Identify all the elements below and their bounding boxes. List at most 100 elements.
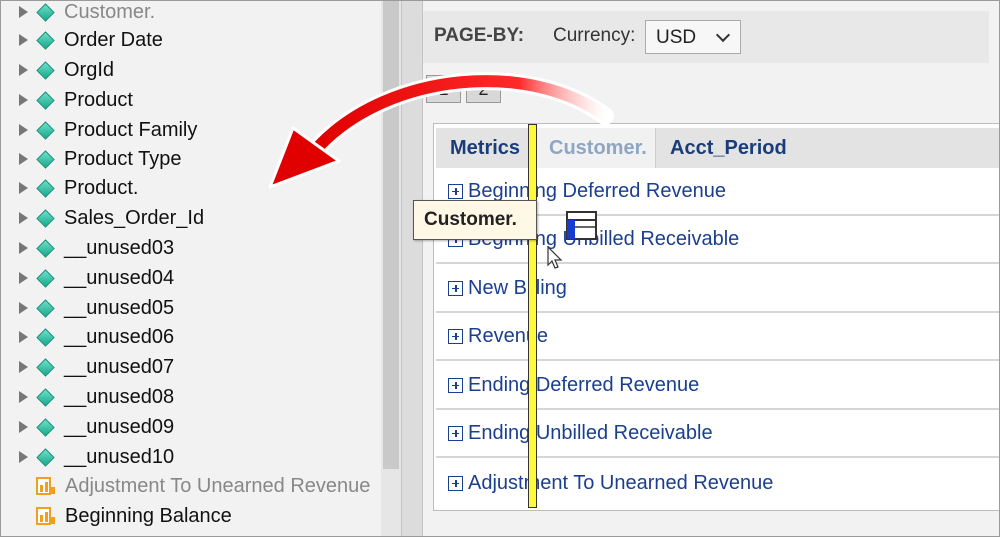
tree-item-label: Customer.	[64, 1, 156, 23]
grid-row[interactable]: Adjustment To Unearned Revenue	[436, 459, 999, 507]
report-canvas: PAGE-BY: Currency: USD 1 2 Metrics Custo…	[423, 1, 999, 536]
tree-item-label: Product Type	[64, 147, 182, 170]
attribute-icon	[36, 268, 55, 288]
chevron-down-icon	[715, 27, 731, 43]
grid-row-label: Adjustment To Unearned Revenue	[468, 471, 774, 494]
page-by-label: PAGE-BY:	[434, 25, 525, 46]
drop-indicator	[528, 124, 537, 508]
tree-item-label: __unused06	[64, 325, 175, 348]
tree-item-label: Product	[64, 88, 133, 111]
expand-arrow-icon[interactable]	[19, 331, 28, 343]
attribute-icon	[36, 387, 55, 407]
tree-item-label: Product Family	[64, 118, 198, 141]
attribute-icon	[36, 447, 55, 467]
attribute-icon	[36, 208, 55, 228]
grid-row[interactable]: New Billing	[436, 265, 999, 313]
tree-item-product[interactable]: Product	[1, 85, 381, 115]
tree-item-label: Adjustment To Unearned Revenue	[65, 474, 371, 497]
attribute-icon	[36, 357, 55, 377]
expand-arrow-icon[interactable]	[19, 6, 28, 18]
expand-arrow-icon[interactable]	[19, 242, 28, 254]
tree-item-adjustment-to-unearned-revenue[interactable]: Adjustment To Unearned Revenue	[1, 471, 381, 501]
tree-item-unused03[interactable]: __unused03	[1, 233, 381, 263]
tree-item-label: Sales_Order_Id	[64, 206, 205, 229]
tree-item-product-family[interactable]: Product Family	[1, 115, 381, 145]
header-acct-period[interactable]: Acct_Period	[656, 128, 801, 168]
attribute-icon	[36, 90, 55, 110]
tree-item-label: __unused03	[64, 236, 175, 259]
expand-plus-icon[interactable]	[448, 328, 463, 344]
expand-arrow-icon[interactable]	[19, 391, 28, 403]
tree-item-label: __unused09	[64, 415, 175, 438]
tree-item-product-type[interactable]: Product Type	[1, 144, 381, 174]
tree-scrollbar[interactable]	[381, 1, 401, 536]
attribute-icon	[36, 30, 55, 50]
tree-item-unused04[interactable]: __unused04	[1, 263, 381, 293]
expand-arrow-icon[interactable]	[19, 421, 28, 433]
attribute-icon	[36, 149, 55, 169]
scrollbar-thumb[interactable]	[383, 1, 399, 469]
tree-item-sales-order-id[interactable]: Sales_Order_Id	[1, 203, 381, 233]
expand-arrow-icon[interactable]	[19, 361, 28, 373]
grid-header: Metrics Customer. Acct_Period	[436, 128, 999, 168]
grid-row[interactable]: Ending Deferred Revenue	[436, 362, 999, 410]
tree-item-product-dot[interactable]: Product.	[1, 173, 381, 203]
expand-arrow-icon[interactable]	[19, 302, 28, 314]
tree-item-orgid[interactable]: OrgId	[1, 55, 381, 85]
expand-plus-icon[interactable]	[448, 475, 463, 491]
expand-arrow-icon[interactable]	[19, 272, 28, 284]
tree-item-unused08[interactable]: __unused08	[1, 382, 381, 412]
tree-item-label: Product.	[64, 176, 139, 199]
panel-splitter[interactable]	[401, 1, 423, 536]
tree-item-unused06[interactable]: __unused06	[1, 322, 381, 352]
grid-row-label: Ending Deferred Revenue	[468, 373, 700, 396]
expand-arrow-icon[interactable]	[19, 451, 28, 463]
expand-plus-icon[interactable]	[448, 183, 463, 199]
metric-icon	[36, 507, 55, 525]
expand-arrow-icon[interactable]	[19, 153, 28, 165]
report-grid: Metrics Customer. Acct_Period Beginning …	[433, 123, 999, 511]
currency-selected-value: USD	[656, 27, 697, 48]
tree-item-label: __unused05	[64, 296, 175, 319]
metric-icon	[36, 477, 55, 495]
expand-plus-icon[interactable]	[448, 425, 463, 441]
tree-item-customer[interactable]: Customer.	[1, 1, 381, 27]
expand-arrow-icon[interactable]	[19, 124, 28, 136]
tree-item-label: __unused04	[64, 266, 175, 289]
expand-arrow-icon[interactable]	[19, 94, 28, 106]
tree-item-beginning-balance[interactable]: Beginning Balance	[1, 501, 381, 531]
expand-plus-icon[interactable]	[448, 280, 463, 296]
tree-item-label: Order Date	[64, 28, 163, 51]
header-metrics[interactable]: Metrics	[436, 128, 535, 168]
attribute-icon	[36, 178, 55, 198]
expand-plus-icon[interactable]	[448, 377, 463, 393]
attribute-icon	[36, 60, 55, 80]
header-customer[interactable]: Customer.	[534, 128, 656, 168]
attribute-icon	[36, 327, 55, 347]
tree-item-label: __unused10	[64, 445, 175, 468]
attribute-icon	[36, 417, 55, 437]
tree-item-order-date[interactable]: Order Date	[1, 25, 381, 55]
tree-item-label: __unused07	[64, 355, 175, 378]
attribute-icon	[36, 120, 55, 140]
object-browser-panel: Customer. Order Date OrgId Product Produ	[1, 1, 401, 536]
tree-item-unused09[interactable]: __unused09	[1, 412, 381, 442]
page-button-2[interactable]: 2	[466, 75, 501, 103]
page-button-1[interactable]: 1	[426, 75, 461, 103]
drag-object-icon	[566, 211, 597, 240]
page-by-bar: PAGE-BY: Currency: USD	[423, 11, 989, 63]
currency-dropdown[interactable]: USD	[645, 20, 741, 54]
screenshot-frame: Customer. Order Date OrgId Product Produ	[0, 0, 1000, 537]
object-tree: Customer. Order Date OrgId Product Produ	[1, 1, 381, 536]
tree-item-label: OrgId	[64, 58, 115, 81]
expand-arrow-icon[interactable]	[19, 182, 28, 194]
tree-item-unused05[interactable]: __unused05	[1, 293, 381, 323]
grid-row[interactable]: Revenue	[436, 313, 999, 361]
tree-item-label: __unused08	[64, 385, 175, 408]
expand-arrow-icon[interactable]	[19, 64, 28, 76]
expand-arrow-icon[interactable]	[19, 212, 28, 224]
tree-item-unused10[interactable]: __unused10	[1, 442, 381, 472]
grid-row[interactable]: Ending Unbilled Receivable	[436, 410, 999, 458]
tree-item-unused07[interactable]: __unused07	[1, 352, 381, 382]
expand-arrow-icon[interactable]	[19, 34, 28, 46]
